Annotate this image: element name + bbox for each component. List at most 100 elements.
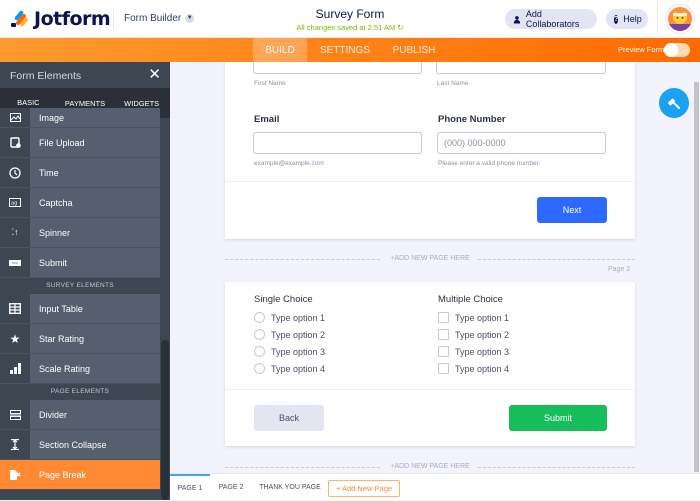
checkbox[interactable] [438, 346, 449, 357]
form-canvas: First Name Last Name Email example@examp… [170, 62, 700, 473]
phone-placeholder: (000) 000-0000 [444, 138, 506, 148]
form-elements-panel: Form Elements ✕ BASIC PAYMENTS WIDGETS I… [0, 62, 170, 500]
element-list: Image File Upload Time ag Captcha ⁚↑ Spi… [0, 108, 160, 490]
add-collaborators-label: Add Collaborators [525, 9, 580, 29]
close-icon[interactable]: ✕ [148, 67, 161, 82]
single-option-3[interactable]: Type option 3 [254, 346, 325, 357]
help-button[interactable]: ? Help [606, 9, 648, 29]
paint-roller-icon [668, 98, 680, 109]
multiple-option-1[interactable]: Type option 1 [438, 312, 509, 323]
element-divider[interactable]: Divider [0, 400, 160, 430]
captcha-icon: ag [0, 188, 30, 217]
section-collapse-icon [0, 430, 30, 459]
option-label: Type option 1 [455, 312, 510, 323]
avatar-face-icon [668, 11, 692, 31]
top-bar: Jotform Form Builder ▼ Survey Form All c… [0, 0, 700, 38]
add-new-page-button[interactable]: + Add New Page [328, 480, 400, 497]
element-section-collapse[interactable]: Section Collapse [0, 430, 160, 460]
next-button[interactable]: Next [537, 197, 607, 223]
element-label: Spinner [39, 227, 71, 238]
element-image[interactable]: Image [0, 108, 160, 128]
checkbox[interactable] [438, 363, 449, 374]
preview-form-label: Preview Form [618, 45, 665, 54]
preview-form-toggle[interactable] [664, 43, 690, 57]
single-choice-label: Single Choice [254, 294, 313, 305]
element-captcha[interactable]: ag Captcha [0, 188, 160, 218]
tab-settings[interactable]: SETTINGS [313, 38, 377, 62]
sidebar-scrollbar[interactable] [161, 340, 169, 500]
option-label: Type option 3 [455, 346, 510, 357]
element-label: Divider [39, 409, 68, 420]
file-upload-icon [0, 128, 30, 157]
phone-input[interactable]: (000) 000-0000 [437, 132, 606, 154]
element-label: Input Table [39, 303, 83, 314]
pages-bar: PAGE 1 PAGE 2 THANK YOU PAGE + Add New P… [170, 473, 700, 500]
element-scale-rating[interactable]: Scale Rating [0, 354, 160, 384]
first-name-sublabel: First Name [254, 80, 286, 87]
multiple-option-3[interactable]: Type option 3 [438, 346, 509, 357]
survey-elements-heading: SURVEY ELEMENTS [0, 278, 160, 294]
help-icon: ? [614, 14, 619, 24]
element-label: Section Collapse [39, 439, 107, 450]
bar-chart-icon [0, 354, 30, 383]
page-2-label: Page 2 [608, 266, 631, 273]
option-label: Type option 4 [455, 363, 510, 374]
back-button[interactable]: Back [254, 405, 324, 431]
first-name-input[interactable] [253, 62, 422, 74]
divider-icon [0, 400, 30, 429]
spinner-icon: ⁚↑ [0, 218, 30, 247]
card-divider [225, 389, 635, 390]
single-option-1[interactable]: Type option 1 [254, 312, 325, 323]
refresh-icon[interactable]: ↻ [397, 23, 403, 32]
multiple-option-4[interactable]: Type option 4 [438, 363, 509, 374]
element-label: Page Break [39, 469, 87, 480]
panel-header: Form Elements ✕ [0, 62, 170, 88]
page-tab-1[interactable]: PAGE 1 [170, 474, 210, 501]
page-2-card: Single Choice Type option 1 Type option … [225, 282, 635, 446]
phone-sublabel: Please enter a valid phone number. [438, 160, 541, 167]
email-input[interactable] [253, 132, 422, 154]
element-file-upload[interactable]: File Upload [0, 128, 160, 158]
single-option-4[interactable]: Type option 4 [254, 363, 325, 374]
form-designer-button[interactable] [659, 88, 689, 118]
panel-title: Form Elements [10, 70, 82, 82]
tab-publish[interactable]: PUBLISH [383, 38, 445, 62]
element-star-rating[interactable]: ★ Star Rating [0, 324, 160, 354]
element-label: Time [39, 167, 59, 178]
multiple-choice-label: Multiple Choice [438, 294, 503, 305]
add-page-divider[interactable]: +ADD NEW PAGE HERE [225, 462, 635, 472]
image-icon [0, 108, 30, 127]
canvas-scrollbar[interactable] [694, 82, 699, 472]
multiple-option-2[interactable]: Type option 2 [438, 329, 509, 340]
radio-button[interactable] [254, 329, 265, 340]
element-label: Star Rating [39, 333, 85, 344]
element-spinner[interactable]: ⁚↑ Spinner [0, 218, 160, 248]
save-status-text: All changes saved at 2:51 AM [296, 23, 396, 32]
tab-build[interactable]: BUILD [253, 38, 307, 62]
add-collaborators-button[interactable]: Add Collaborators [505, 9, 597, 29]
element-page-break[interactable]: Page Break [0, 460, 160, 490]
element-label: File Upload [39, 137, 85, 148]
page-tab-2[interactable]: PAGE 2 [213, 474, 249, 501]
email-sublabel: example@example.com [254, 160, 324, 167]
element-time[interactable]: Time [0, 158, 160, 188]
radio-button[interactable] [254, 312, 265, 323]
single-option-2[interactable]: Type option 2 [254, 329, 325, 340]
element-input-table[interactable]: Input Table [0, 294, 160, 324]
page-tab-thank-you[interactable]: THANK YOU PAGE [258, 474, 322, 501]
last-name-input[interactable] [436, 62, 606, 74]
user-avatar[interactable] [666, 5, 694, 33]
option-label: Type option 2 [455, 329, 510, 340]
radio-button[interactable] [254, 363, 265, 374]
checkbox[interactable] [438, 312, 449, 323]
table-icon [0, 294, 30, 323]
checkbox[interactable] [438, 329, 449, 340]
page-1-card: First Name Last Name Email example@examp… [225, 62, 635, 239]
email-label: Email [254, 114, 280, 125]
option-label: Type option 2 [271, 329, 326, 340]
submit-button[interactable]: Submit [509, 405, 607, 431]
user-icon [513, 15, 521, 23]
add-page-divider[interactable]: +ADD NEW PAGE HERE [225, 254, 635, 264]
element-submit[interactable]: Submit [0, 248, 160, 278]
radio-button[interactable] [254, 346, 265, 357]
